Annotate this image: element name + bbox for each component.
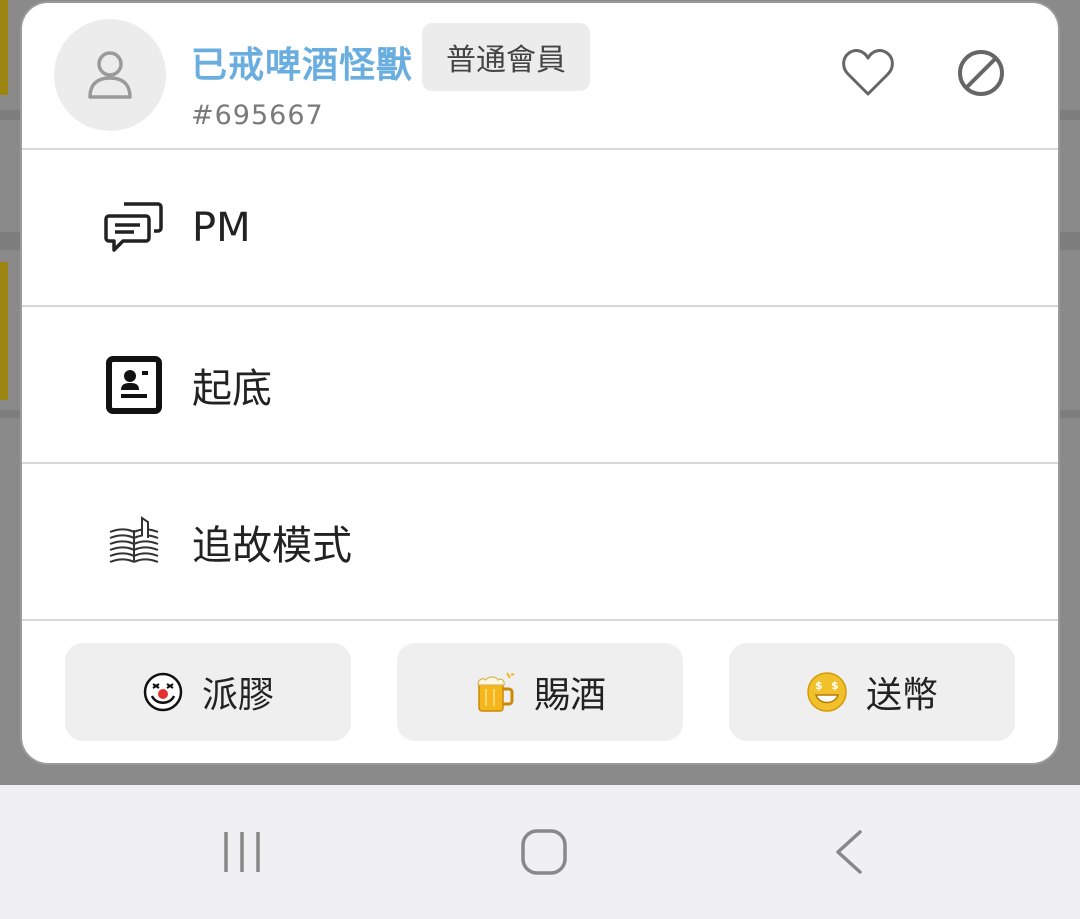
menu-item-profile[interactable]: 起底 (22, 307, 1058, 464)
svg-text:$: $ (831, 679, 839, 692)
action-label: 送幣 (865, 675, 938, 716)
heart-icon (842, 49, 894, 96)
menu-item-label: PM (192, 204, 251, 251)
system-nav-bar (0, 785, 1080, 919)
user-icon (88, 51, 132, 99)
action-label: 賜酒 (533, 675, 606, 716)
user-header: 已戒啤酒怪獸 普通會員 #695667 (22, 3, 1058, 150)
background-accent (0, 262, 8, 400)
menu-item-label: 追故模式 (192, 522, 352, 569)
action-label: 派膠 (201, 675, 274, 716)
user-popup-card: 已戒啤酒怪獸 普通會員 #695667 PM 起底 追故模式 派膠 賜酒 $ $… (22, 3, 1058, 763)
back-button[interactable] (803, 822, 893, 882)
beer-mug-icon (474, 671, 516, 713)
money-face-icon: $ $ (806, 671, 848, 713)
avatar[interactable] (54, 19, 166, 131)
member-level-badge: 普通會員 (422, 23, 590, 91)
give-beer-button[interactable]: 賜酒 (397, 643, 683, 741)
back-icon (836, 830, 862, 874)
send-coins-button[interactable]: $ $ 送幣 (729, 643, 1015, 741)
chat-bubbles-icon (104, 198, 164, 258)
home-button[interactable] (499, 822, 589, 882)
block-button[interactable] (953, 45, 1009, 101)
background-accent (0, 0, 8, 95)
menu-item-pm[interactable]: PM (22, 150, 1058, 307)
home-icon (521, 829, 567, 875)
username[interactable]: 已戒啤酒怪獸 (191, 36, 413, 88)
recent-apps-button[interactable] (197, 822, 287, 882)
user-id: #695667 (191, 100, 324, 131)
recent-apps-icon (224, 832, 260, 872)
block-icon (958, 50, 1004, 96)
give-clown-button[interactable]: 派膠 (65, 643, 351, 741)
profile-card-icon (104, 355, 164, 415)
menu-item-label: 起底 (192, 365, 272, 412)
svg-text:$: $ (815, 679, 823, 692)
menu-item-follow-mode[interactable]: 追故模式 (22, 464, 1058, 621)
open-book-icon (104, 512, 164, 572)
clown-face-icon (142, 671, 184, 713)
follow-button[interactable] (840, 45, 896, 101)
action-buttons: 派膠 賜酒 $ $ 送幣 (22, 643, 1058, 743)
